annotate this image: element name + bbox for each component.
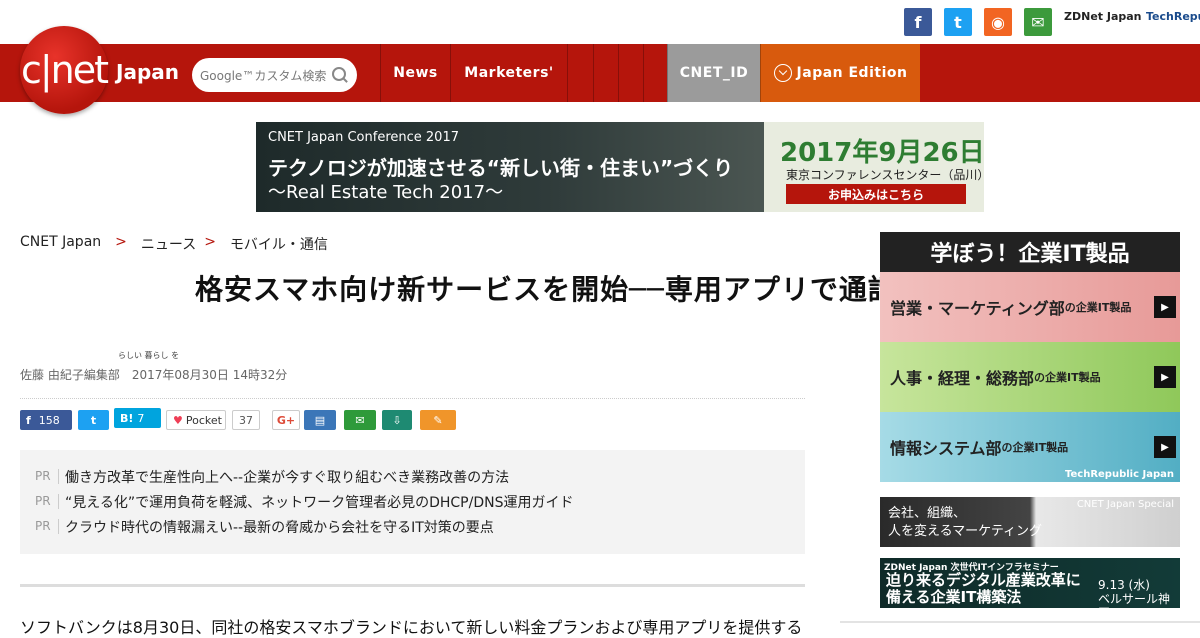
sidebar-divider — [840, 621, 1200, 623]
nav-marketers[interactable]: Marketers' — [450, 44, 567, 102]
techrepublic-link[interactable]: TechRepublic — [1146, 10, 1200, 23]
learn-item-label: 営業・マーケティング部 — [890, 299, 1065, 318]
learn-item-suffix: の企業IT製品 — [1064, 301, 1132, 314]
twitter-share-button[interactable]: t — [78, 410, 109, 430]
techrepublic-caption: TechRepublic Japan — [1065, 469, 1174, 480]
facebook-icon[interactable]: f — [904, 8, 932, 36]
article-body-start: ソフトバンクは8月30日、同社の格安スマホブランドにおいて新しい料金プランおよび… — [20, 618, 805, 637]
mail-icon: ✉ — [355, 413, 365, 427]
arrow-right-icon: ▶ — [1154, 436, 1176, 458]
pr-tag: PR — [35, 469, 59, 484]
breadcrumb-separator: > — [204, 234, 216, 250]
save-button[interactable]: ⇩ — [382, 410, 412, 430]
pr-box: PR 働き方改革で生産性向上へ--企業が今すぐ取り組むべき業務改善の方法 PR … — [20, 450, 805, 554]
hatena-count: 7 — [137, 411, 145, 425]
zdnet-seminar-ad[interactable]: ZDNet Japan 次世代ITインフラセミナー 迫り来るデジタル産業改革に … — [880, 558, 1180, 620]
arrow-right-icon: ▶ — [1154, 366, 1176, 388]
top-strip: f t ◉ ✉ ZDNet Japan TechRepublic — [0, 0, 1200, 44]
mail-share-button[interactable]: ✉ — [344, 410, 376, 430]
nav-spacer-1 — [567, 44, 593, 102]
breadcrumb: CNET Japan > ニュース > モバイル・通信 — [20, 234, 328, 254]
breadcrumb-separator: > — [115, 234, 127, 250]
pr-item[interactable]: PR 働き方改革で生産性向上へ--企業が今すぐ取り組むべき業務改善の方法 — [35, 464, 790, 489]
nav-spacer-2 — [593, 44, 618, 102]
banner-conference: CNET Japan Conference 2017 — [268, 130, 459, 145]
banner-cta-button[interactable]: お申込みはこちら — [786, 184, 966, 204]
mail-icon[interactable]: ✉ — [1024, 8, 1052, 36]
marketing-special-ad[interactable]: CNET Japan Special 会社、組織、 人を変えるマーケティング — [880, 497, 1180, 547]
learn-item-is[interactable]: 情報システム部 の企業IT製品 ▶ TechRepublic Japan — [880, 412, 1180, 482]
pocket-button[interactable]: ♥ Pocket — [166, 410, 226, 430]
pocket-label: Pocket — [185, 413, 222, 427]
facebook-count: 158 — [38, 413, 60, 427]
pocket-icon: ♥ — [173, 413, 183, 427]
pr-link[interactable]: “見える化”で運用負荷を軽減、ネットワーク管理者必見のDHCP/DNS運用ガイド — [65, 492, 573, 512]
learn-item-label: 情報システム部 — [890, 439, 1002, 458]
rss-icon[interactable]: ◉ — [984, 8, 1012, 36]
learn-item-hr[interactable]: 人事・経理・総務部 の企業IT製品 ▶ — [880, 342, 1180, 412]
search-icon[interactable] — [331, 66, 349, 84]
banner-date-panel: 2017年9月26日(火) 東京コンファレンスセンター（品川） お申込みはこちら — [764, 122, 984, 212]
marketing-tag: CNET Japan Special — [1076, 499, 1174, 510]
article-byline: 佐藤 由紀子編集部 2017年08月30日 14時32分 — [20, 368, 288, 382]
zdnet-date: 9.13 (水) ベルサール神田 — [1098, 578, 1171, 620]
zdnet-text: 迫り来るデジタル産業改革に 備える企業IT構築法 — [886, 571, 1081, 606]
banner-title: テクノロジが加速させる“新しい街・住まい”づくり — [268, 156, 734, 180]
learn-item-marketing[interactable]: 営業・マーケティング部 の企業IT製品 ▶ — [880, 272, 1180, 342]
print-button[interactable]: ▤ — [304, 410, 336, 430]
pr-item[interactable]: PR “見える化”で運用負荷を軽減、ネットワーク管理者必見のDHCP/DNS運用… — [35, 489, 790, 514]
pr-tag: PR — [35, 494, 59, 509]
breadcrumb-category[interactable]: ニュース — [141, 234, 196, 254]
pr-link[interactable]: 働き方改革で生産性向上へ--企業が今すぐ取り組むべき業務改善の方法 — [65, 467, 509, 487]
search-input[interactable]: Google™カスタム検索 — [200, 67, 331, 84]
hatena-share-button[interactable]: B! 7 — [114, 408, 161, 428]
learn-item-label: 人事・経理・総務部 — [890, 369, 1035, 388]
clip-button[interactable]: ✎ — [420, 410, 456, 430]
chevron-down-icon — [773, 64, 792, 82]
learn-it-list: 営業・マーケティング部 の企業IT製品 ▶ 人事・経理・総務部 の企業IT製品 ▶ … — [880, 272, 1180, 482]
section-divider — [20, 584, 805, 587]
pr-item[interactable]: PR クラウド時代の情報漏えい--最新の脅威から会社を守るIT対策の要点 — [35, 514, 790, 539]
breadcrumb-subcategory[interactable]: モバイル・通信 — [230, 234, 328, 254]
banner-venue: 東京コンファレンスセンター（品川） — [786, 168, 984, 182]
conference-banner[interactable]: CNET Japan Conference 2017 テクノロジが加速させる“新… — [256, 122, 984, 212]
edition-label: Japan Edition — [796, 65, 908, 81]
nav-edition[interactable]: Japan Edition — [760, 44, 920, 102]
logo-japan-label[interactable]: Japan — [116, 60, 179, 84]
cnet-logo[interactable]: c|net — [20, 26, 109, 114]
divider — [20, 398, 805, 399]
marketing-text: 会社、組織、 人を変えるマーケティング — [888, 506, 1043, 539]
learn-item-suffix: の企業IT製品 — [1034, 371, 1101, 384]
learn-item-suffix: の企業IT製品 — [1001, 441, 1069, 454]
zdnet-link[interactable]: ZDNet Japan — [1064, 10, 1142, 23]
facebook-share-button[interactable]: f 158 — [20, 410, 72, 430]
byline-decoration: らしい 暮らし を — [118, 351, 180, 360]
nav-news[interactable]: News — [380, 44, 450, 102]
site-header: c|net Japan Google™カスタム検索 News Marketers… — [0, 26, 1200, 114]
pr-link[interactable]: クラウド時代の情報漏えい--最新の脅威から会社を守るIT対策の要点 — [65, 517, 494, 537]
banner-subtitle: 〜Real Estate Tech 2017〜 — [268, 182, 504, 203]
search-box[interactable]: Google™カスタム検索 — [192, 58, 357, 92]
download-icon: ⇩ — [392, 413, 402, 427]
nav-spacer-4 — [643, 44, 667, 102]
arrow-right-icon: ▶ — [1154, 296, 1176, 318]
google-plus-button[interactable]: G+ — [272, 410, 300, 430]
print-icon: ▤ — [314, 413, 326, 427]
banner-date: 2017年9月26日(火) — [780, 138, 984, 168]
hatena-icon: B! — [120, 411, 134, 425]
twitter-icon[interactable]: t — [944, 8, 972, 36]
facebook-icon: f — [26, 413, 31, 427]
breadcrumb-home[interactable]: CNET Japan — [20, 234, 101, 254]
nav-spacer-3 — [618, 44, 643, 102]
twitter-icon: t — [90, 413, 97, 427]
learn-it-header[interactable]: 学ぼう！企業IT製品 — [880, 232, 1180, 272]
pocket-count: 37 — [232, 410, 260, 430]
paperclip-icon: ✎ — [433, 413, 443, 427]
nav-cnet-id[interactable]: CNET_ID — [667, 44, 760, 102]
pr-tag: PR — [35, 519, 59, 534]
